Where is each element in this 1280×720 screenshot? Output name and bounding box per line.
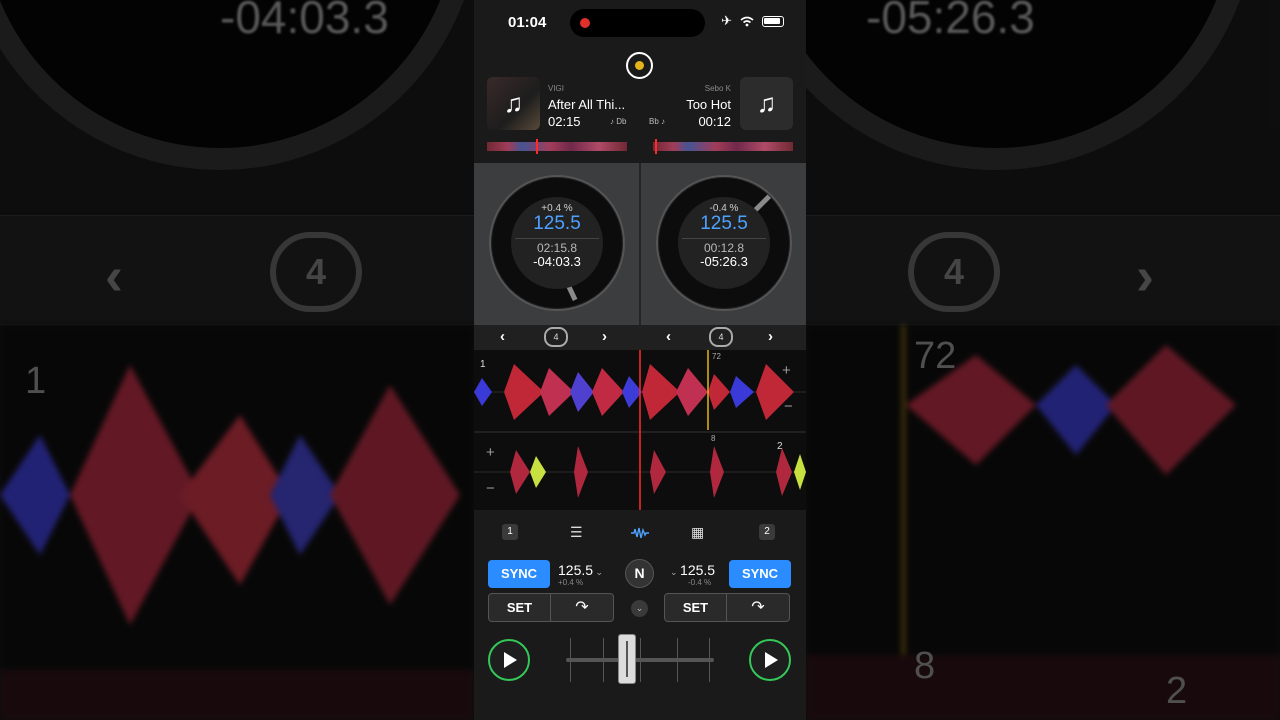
jog-remaining-right: -05:26.3 [700, 254, 748, 269]
overview-waveform-left[interactable] [487, 139, 627, 154]
sync-right-button[interactable]: SYNC [729, 560, 791, 588]
set-right-button[interactable]: SET [665, 594, 727, 621]
loop-next-right-button[interactable]: › [768, 328, 773, 345]
jog-elapsed-left: 02:15.8 [536, 241, 578, 255]
loop-prev-left-button[interactable]: ‹ [500, 328, 505, 345]
zoom-in-left-button[interactable]: + [486, 444, 495, 461]
key-left: ♪ Db [610, 117, 627, 126]
recording-indicator-icon [580, 18, 590, 28]
zoom-out-right-button[interactable]: − [784, 398, 793, 415]
jog-remaining-left: -04:03.3 [533, 254, 581, 269]
battery-icon [762, 15, 784, 27]
airplane-icon: ✈ [721, 13, 732, 28]
beat-label-72: 72 [712, 352, 721, 361]
pitch-small-left: +0.4 % [558, 578, 584, 587]
set-left-button[interactable]: SET [489, 594, 551, 621]
loop-right-button[interactable]: 4 [709, 327, 733, 347]
waveform-icon[interactable] [631, 527, 649, 539]
deck-divider [639, 163, 641, 325]
key-right: Bb ♪ [649, 117, 666, 126]
crossfader-track [566, 658, 714, 662]
screen: -04:03.3 ‹ 4 1 -05:26.3 4 › 72 8 2 01:04… [0, 0, 1280, 720]
jog-wheel-right[interactable]: -0.4 % 125.5 00:12.8 -05:26.3 [656, 175, 792, 311]
deck-1-button[interactable]: 1 [502, 524, 518, 540]
playhead-marker [536, 139, 538, 154]
bpm-value-right: 125.5 [680, 562, 716, 578]
n-button[interactable]: N [625, 559, 654, 588]
music-note-icon: ♫ [756, 88, 777, 118]
artist-left: VIGI [548, 84, 565, 93]
loop-prev-right-button[interactable]: ‹ [666, 328, 671, 345]
chevron-down-icon: ⌄ [670, 567, 681, 577]
beat-label-8: 8 [711, 434, 716, 443]
jog-separator [515, 238, 599, 239]
view-toolbar: 1 ☰ ▦ 2 [474, 513, 806, 553]
album-art-left[interactable]: ♫ [487, 77, 540, 130]
cue-jump-icon[interactable]: ↷ [727, 594, 789, 621]
track-title-right: Too Hot [686, 97, 731, 112]
overview-waveform-right[interactable] [653, 139, 793, 154]
jog-separator [682, 238, 766, 239]
artist-right: Sebo K [704, 84, 731, 93]
play-right-button[interactable] [749, 639, 791, 681]
chevron-down-icon[interactable]: ⌄ [631, 600, 648, 617]
waveform-graphic [474, 350, 806, 510]
record-button[interactable] [626, 52, 653, 79]
cue-controls-left: SET ↷ [488, 593, 614, 622]
jog-wheel-left[interactable]: +0.4 % 125.5 02:15.8 -04:03.3 [489, 175, 625, 311]
bpm-right: 125.5 [700, 213, 748, 234]
sync-left-button[interactable]: SYNC [488, 560, 550, 588]
loop-left-button[interactable]: 4 [544, 327, 568, 347]
app-screen: 01:04 ✈ ♫ VIGI After All Thi... 02:15 ♪ … [474, 0, 806, 720]
crossfader-knob[interactable] [618, 634, 636, 684]
jog-section: +0.4 % 125.5 02:15.8 -04:03.3 -0.4 % 125… [474, 163, 806, 325]
loop-bar: ‹ 4 › ‹ 4 › [474, 325, 806, 350]
chevron-down-icon: ⌄ [593, 567, 604, 577]
bpm-value-left: 125.5 [558, 562, 594, 578]
overview-fill [487, 142, 627, 151]
mixer-icon[interactable]: ☰ [570, 524, 583, 541]
music-note-icon: ♫ [503, 88, 524, 118]
album-art-right[interactable]: ♫ [740, 77, 793, 130]
deck-2-button[interactable]: 2 [759, 524, 775, 540]
playhead-marker [655, 139, 657, 154]
play-icon [504, 652, 517, 668]
play-icon [765, 652, 778, 668]
status-icons: ✈ [721, 13, 784, 29]
loop-size-right: 4 [718, 332, 724, 342]
cue-controls-right: SET ↷ [664, 593, 790, 622]
bpm-left: 125.5 [533, 213, 581, 234]
jog-elapsed-right: 00:12.8 [703, 241, 745, 255]
background-left: -04:03.3 ‹ 4 1 [0, 0, 474, 720]
elapsed-right: 00:12 [698, 114, 731, 129]
overview-fill [653, 142, 793, 151]
track-title-left: After All Thi... [548, 97, 626, 112]
loop-next-left-button[interactable]: › [602, 328, 607, 345]
zoom-out-left-button[interactable]: − [486, 480, 495, 497]
cue-label-left: 1 [480, 359, 486, 370]
pitch-small-right: -0.4 % [688, 578, 712, 587]
zoom-in-right-button[interactable]: + [782, 362, 791, 379]
cue-label-right: 2 [777, 441, 783, 452]
background-right: -05:26.3 4 › 72 8 2 [806, 0, 1280, 720]
loop-size-left: 4 [553, 332, 559, 342]
elapsed-left: 02:15 [548, 114, 581, 129]
cue-jump-icon[interactable]: ↷ [551, 594, 613, 621]
dynamic-island [570, 9, 705, 37]
grid-icon[interactable]: ▦ [691, 524, 704, 541]
bg-shade-left [0, 0, 474, 720]
bg-shade-right [806, 0, 1280, 720]
bpm-display-left[interactable]: 125.5 ⌄ [558, 562, 603, 578]
status-time: 01:04 [508, 14, 547, 31]
status-bar: 01:04 ✈ [474, 0, 806, 44]
scrolling-waveforms[interactable]: 1 72 8 2 + − + − [474, 350, 806, 510]
play-left-button[interactable] [488, 639, 530, 681]
crossfader[interactable] [566, 634, 714, 686]
bpm-display-right[interactable]: ⌄ 125.5 [670, 562, 715, 578]
wifi-icon [740, 16, 754, 26]
